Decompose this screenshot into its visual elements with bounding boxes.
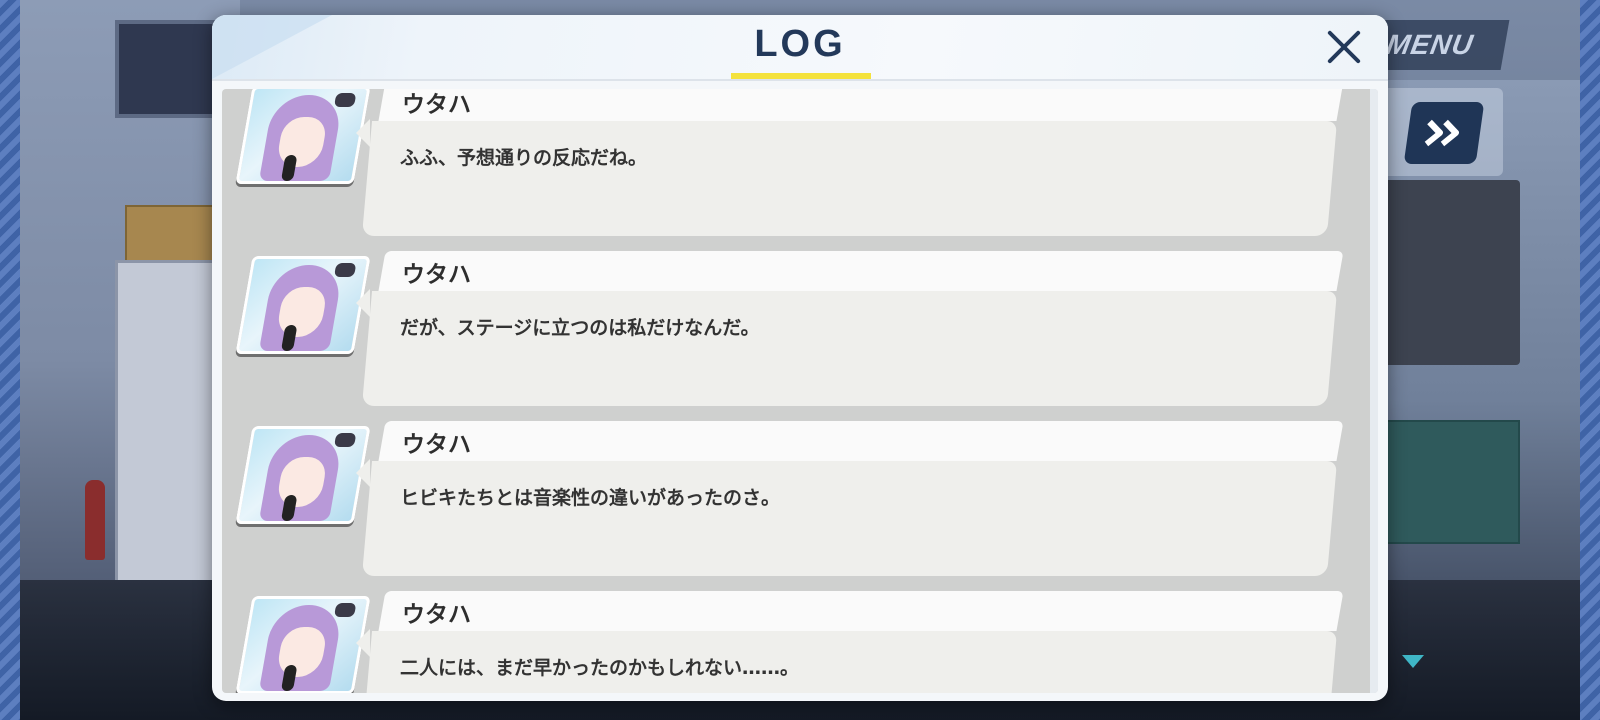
bubble-notch [356,629,370,657]
speaker-portrait [235,89,371,184]
log-title: LOG [754,23,846,65]
log-entry: ウタハ ヒビキたちとは音楽性の違いがあったのさ。 [222,421,1362,581]
dialogue-text: ふふ、予想通りの反応だね。 [400,147,648,169]
dialogue-text: 二人には、まだ早かったのかもしれない……。 [400,657,800,679]
log-entry: ウタハ だが、ステージに立つのは私だけなんだ。 [222,251,1362,411]
speaker-portrait [235,596,371,693]
name-tab [378,591,1344,631]
name-tab [378,251,1344,291]
fast-forward-button[interactable] [1403,102,1485,164]
log-window: LOG ウタハ ふふ、予想通りの反応だね。 ウタハ だが、ステージに立つのは私だ… [212,15,1388,701]
triangle-down-icon[interactable] [1402,655,1424,668]
dialogue-bubble [361,121,1338,236]
right-border-stripe [1580,0,1600,720]
name-tab [378,421,1344,461]
speaker-name: ウタハ [402,602,471,628]
double-chevron-right-icon [1424,119,1460,147]
speaker-name: ウタハ [402,92,471,118]
close-button[interactable] [1322,25,1366,69]
log-entry: ウタハ 二人には、まだ早かったのかもしれない……。 [222,591,1362,693]
speaker-portrait [235,256,371,354]
log-list[interactable]: ウタハ ふふ、予想通りの反応だね。 ウタハ だが、ステージに立つのは私だけなんだ… [222,89,1378,693]
dialogue-text: ヒビキたちとは音楽性の違いがあったのさ。 [400,487,781,509]
speaker-name: ウタハ [402,432,471,458]
dialogue-bubble [361,461,1338,576]
speaker-name: ウタハ [402,262,471,288]
bubble-notch [356,119,370,147]
title-underline [731,73,871,79]
dialogue-bubble [361,291,1338,406]
speaker-portrait [235,426,371,524]
scene-cardboard-box [125,205,214,264]
log-scrollbar[interactable] [1370,89,1378,693]
log-entry: ウタハ ふふ、予想通りの反応だね。 [222,89,1362,241]
log-header: LOG [212,15,1388,81]
menu-button-label: MENU [1384,29,1477,60]
name-tab [378,89,1344,121]
bubble-notch [356,289,370,317]
left-border-stripe [0,0,20,720]
scene-fire-extinguisher [85,480,105,560]
bubble-notch [356,459,370,487]
dialogue-text: だが、ステージに立つのは私だけなんだ。 [400,317,760,339]
